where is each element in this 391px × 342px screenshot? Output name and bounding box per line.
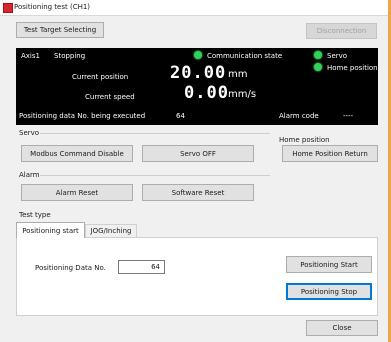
test-target-selecting-button[interactable]: Test Target Selecting [16,22,104,38]
modbus-command-disable-button[interactable]: Modbus Command Disable [21,145,133,162]
disconnection-label: Disconnection [316,27,367,35]
tab-positioning-start[interactable]: Positioning start [16,222,85,238]
servo-off-label: Servo OFF [180,149,216,158]
executing-data-no-label: Positioning data No. being executed [19,112,146,120]
servo-led-icon [314,51,322,59]
servo-off-button[interactable]: Servo OFF [142,145,254,162]
test-type-group-label: Test type [19,211,51,219]
servo-status-label: Servo [327,52,348,60]
home-position-led-icon [314,63,322,71]
positioning-start-panel: Positioning Data No. 64 Positioning Star… [16,237,378,316]
test-target-selecting-label: Test Target Selecting [23,26,97,34]
current-position-value: 20.00 [170,63,227,83]
servo-group-label: Servo [19,129,40,137]
positioning-start-button[interactable]: Positioning Start [286,256,372,273]
software-reset-label: Software Reset [171,188,225,197]
current-speed-value: 0.00 [184,83,229,103]
title-bar: Positioning test (CH1) [0,0,388,16]
positioning-stop-button[interactable]: Positioning Stop [286,283,372,300]
app-icon [3,3,13,13]
alarm-code-label: Alarm code [279,112,319,120]
alarm-group-label: Alarm [19,171,40,179]
current-position-unit: mm [228,69,248,80]
executing-data-no-value: 64 [176,112,185,120]
close-button[interactable]: Close [306,320,378,336]
tab-jog-inching-label: JOG/Inching [90,227,132,235]
alarm-reset-label: Alarm Reset [55,188,99,197]
home-position-status-label: Home position [327,64,378,72]
close-label: Close [332,324,352,332]
tab-jog-inching[interactable]: JOG/Inching [85,224,137,237]
tab-positioning-start-label: Positioning start [22,226,79,235]
communication-state-led-icon [194,51,202,59]
disconnection-button[interactable]: Disconnection [306,23,377,39]
positioning-data-no-label: Positioning Data No. [35,264,106,272]
home-position-return-button[interactable]: Home Position Return [282,145,378,162]
positioning-data-no-value: 64 [151,263,160,271]
current-position-label: Current position [72,73,129,81]
positioning-stop-label: Positioning Stop [300,287,358,296]
positioning-test-window: Positioning test (CH1) Test Target Selec… [0,0,388,342]
modbus-command-disable-label: Modbus Command Disable [30,149,124,158]
alarm-reset-button[interactable]: Alarm Reset [21,184,133,201]
axis-state: Stopping [54,52,86,60]
positioning-data-no-input[interactable]: 64 [118,260,165,274]
status-panel: Axis1 Stopping Communication state Servo… [16,48,378,125]
software-reset-button[interactable]: Software Reset [142,184,254,201]
alarm-code-value: ---- [343,112,354,120]
communication-state-label: Communication state [207,52,283,60]
window-title: Positioning test (CH1) [14,3,91,11]
home-position-return-label: Home Position Return [292,149,368,158]
current-speed-label: Current speed [85,93,135,101]
alarm-group-divider [40,175,270,176]
positioning-start-label: Positioning Start [300,260,358,269]
servo-group-divider [40,133,270,134]
home-position-group-label: Home position [279,136,330,144]
current-speed-unit: mm/s [228,89,257,100]
axis-label: Axis1 [21,52,40,60]
